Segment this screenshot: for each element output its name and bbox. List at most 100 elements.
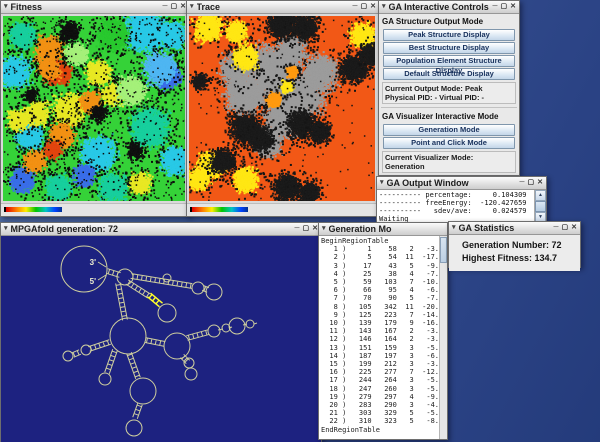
best-structure-display-button[interactable]: Best Structure Display: [383, 42, 515, 54]
rna-stem: [88, 340, 111, 352]
ga-output-log: ---------- percentage: 0.104309 --------…: [377, 190, 534, 223]
window-title: Fitness: [11, 2, 160, 12]
generation-number-text: Generation Number: 72: [462, 239, 576, 252]
trace-color-legend: [190, 207, 248, 212]
rna-stem: [147, 293, 162, 307]
minimize-icon[interactable]: ─: [295, 225, 300, 233]
window-title: GA Output Window: [387, 178, 517, 188]
three-prime-label: 3': [90, 258, 96, 267]
maximize-icon[interactable]: ▢: [303, 225, 310, 233]
titlebar-mpgafold[interactable]: ▾ MPGAfold generation: 72 ─ ▢ ✕: [1, 223, 321, 236]
generation-mode-button[interactable]: Generation Mode: [383, 124, 515, 136]
rna-loop: [206, 284, 222, 300]
generation-monitor-scrollbar[interactable]: [439, 236, 447, 439]
maximize-icon[interactable]: ▢: [528, 179, 535, 187]
titlebar-ga-controls[interactable]: ▾ GA Interactive Controls ─ ▢ ✕: [379, 1, 519, 14]
titlebar-generation-monitor[interactable]: ▾ Generation Mo: [319, 223, 447, 236]
rna-secondary-structure: 3' 5': [1, 236, 319, 442]
titlebar-trace[interactable]: ▾ Trace ─ ▢ ✕: [187, 1, 379, 14]
section-label: GA Structure Output Mode: [381, 16, 517, 28]
window-menu-icon[interactable]: ▾: [4, 3, 8, 11]
population-element-structure-display-button[interactable]: Population Element Structure Display: [383, 55, 515, 67]
window-ga-statistics: ▾ GA Statistics ─ ▢ ✕ Generation Number:…: [448, 221, 581, 268]
rna-loop: [192, 282, 204, 294]
maximize-icon[interactable]: ▢: [171, 3, 178, 11]
rna-loop: [130, 378, 156, 404]
status-text: Physical PID: - Virtual PID: -: [385, 94, 514, 103]
fitness-map-area: [1, 14, 189, 203]
close-icon[interactable]: ✕: [370, 3, 376, 11]
trace-status-bar: [187, 203, 379, 216]
close-icon[interactable]: ✕: [510, 3, 516, 11]
window-title: Trace: [197, 2, 350, 12]
rna-stem: [116, 283, 128, 321]
close-icon[interactable]: ✕: [537, 179, 543, 187]
rna-loop: [164, 333, 190, 359]
rna-loop: [110, 318, 146, 354]
minimize-icon[interactable]: ─: [353, 3, 358, 11]
rna-loop: [208, 325, 220, 337]
scrollbar-thumb[interactable]: [440, 237, 447, 263]
minimize-icon[interactable]: ─: [493, 3, 498, 11]
five-prime-label: 5': [90, 277, 96, 286]
window-menu-icon[interactable]: ▾: [452, 224, 456, 232]
desktop: ▾ Fitness ─ ▢ ✕ ▾ Trace ─ ▢ ✕: [0, 0, 600, 442]
rna-loop: [163, 274, 171, 282]
minimize-icon[interactable]: ─: [554, 224, 559, 232]
window-title: Generation Mo: [329, 224, 444, 234]
titlebar-ga-statistics[interactable]: ▾ GA Statistics ─ ▢ ✕: [449, 222, 580, 235]
scroll-up-icon[interactable]: ▲: [535, 190, 546, 201]
window-menu-icon[interactable]: ▾: [4, 225, 8, 233]
maximize-icon[interactable]: ▢: [361, 3, 368, 11]
window-menu-icon[interactable]: ▾: [380, 179, 384, 187]
ga-statistics-body: Generation Number: 72 Highest Fitness: 1…: [449, 235, 580, 271]
rna-stem: [127, 352, 141, 379]
trace-map-area: [187, 14, 379, 203]
titlebar-fitness[interactable]: ▾ Fitness ─ ▢ ✕: [1, 1, 189, 14]
window-menu-icon[interactable]: ▾: [322, 225, 326, 233]
rna-stem: [131, 274, 193, 289]
window-title: GA Statistics: [459, 223, 551, 233]
rna-stem: [126, 280, 151, 298]
window-menu-icon[interactable]: ▾: [190, 3, 194, 11]
rna-stem: [98, 262, 106, 280]
rna-loop: [117, 269, 133, 285]
rna-loop: [229, 318, 245, 334]
fitness-heatmap[interactable]: [3, 16, 185, 201]
rna-loop: [126, 420, 142, 436]
rna-loop: [246, 320, 254, 328]
minimize-icon[interactable]: ─: [163, 3, 168, 11]
rna-loop: [61, 246, 107, 292]
window-fitness: ▾ Fitness ─ ▢ ✕: [0, 0, 190, 217]
window-mpgafold: ▾ MPGAfold generation: 72 ─ ▢ ✕ 3' 5': [0, 222, 322, 442]
peak-structure-display-button[interactable]: Peak Structure Display: [383, 29, 515, 41]
maximize-icon[interactable]: ▢: [501, 3, 508, 11]
window-title: MPGAfold generation: 72: [11, 224, 292, 234]
trace-heatmap[interactable]: [189, 16, 375, 201]
window-menu-icon[interactable]: ▾: [382, 3, 386, 11]
region-table: BeginRegionTable 1 ) 1 58 2 -3.3 2 ) 5 5…: [319, 236, 439, 439]
default-structure-display-button[interactable]: Default Structure Display: [383, 68, 515, 80]
window-ga-output: ▾ GA Output Window ─ ▢ ✕ ---------- perc…: [376, 176, 547, 224]
window-title: GA Interactive Controls: [389, 2, 490, 12]
rna-structure-view[interactable]: 3' 5': [1, 236, 321, 442]
rna-stem: [186, 330, 209, 341]
status-text: Current Visualizer Mode: Generation: [385, 154, 514, 171]
rna-loop: [99, 373, 111, 385]
minimize-icon[interactable]: ─: [520, 179, 525, 187]
window-generation-monitor: ▾ Generation Mo BeginRegionTable 1 ) 1 5…: [318, 222, 448, 440]
highest-fitness-text: Highest Fitness: 134.7: [462, 252, 576, 265]
rna-stem: [133, 403, 143, 419]
point-and-click-mode-button[interactable]: Point and Click Mode: [383, 137, 515, 149]
rna-loop: [185, 368, 197, 380]
status-box: Current Output Mode: PeakPhysical PID: -…: [382, 82, 516, 104]
rna-loop: [81, 345, 91, 355]
close-icon[interactable]: ✕: [571, 224, 577, 232]
titlebar-ga-output[interactable]: ▾ GA Output Window ─ ▢ ✕: [377, 177, 546, 190]
window-trace: ▾ Trace ─ ▢ ✕: [186, 0, 380, 217]
fitness-status-bar: [1, 203, 189, 216]
ga-output-scrollbar[interactable]: ▲ ▼: [534, 190, 546, 223]
maximize-icon[interactable]: ▢: [562, 224, 569, 232]
scrollbar-thumb[interactable]: [535, 201, 546, 212]
fitness-color-legend: [4, 207, 62, 212]
